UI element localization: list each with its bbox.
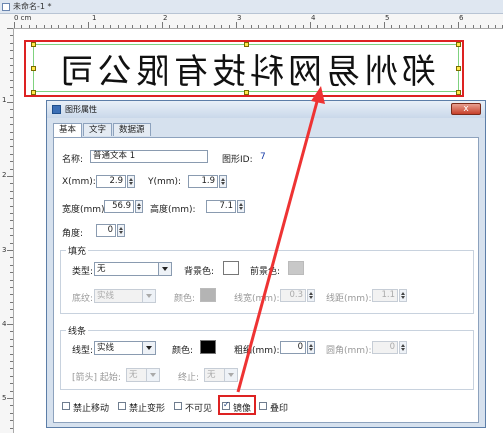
annotation-arrow-shaft: [236, 97, 320, 393]
annotation-arrow-head: [311, 86, 325, 104]
annotation-arrow: [236, 86, 325, 393]
